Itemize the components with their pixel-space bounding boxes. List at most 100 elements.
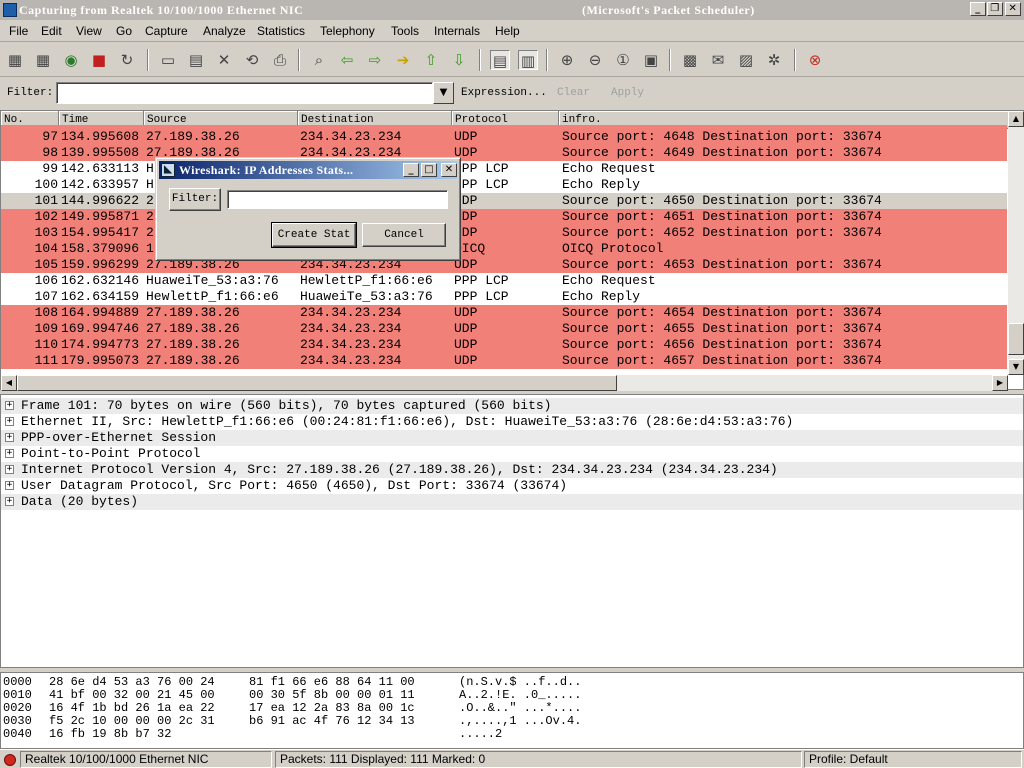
save-file-icon[interactable]: ▤ [186, 50, 206, 70]
window-title-bar[interactable]: Capturing from Realtek 10/100/1000 Ether… [0, 0, 1024, 20]
display-filters-icon[interactable]: ✉ [708, 50, 728, 70]
expand-plus-icon[interactable]: + [5, 417, 14, 426]
horizontal-scroll-thumb[interactable] [17, 375, 617, 391]
stop-capture-icon[interactable]: ■ [89, 50, 109, 70]
detail-tree-item[interactable]: + User Datagram Protocol, Src Port: 4650 … [1, 478, 1023, 494]
menu-capture[interactable]: Capture [145, 24, 188, 38]
go-first-icon[interactable]: ⇧ [421, 50, 441, 70]
resize-columns-icon[interactable]: ▣ [641, 50, 661, 70]
status-profile[interactable]: Profile: Default [804, 751, 1022, 768]
expand-plus-icon[interactable]: + [5, 449, 14, 458]
filter-dropdown-button[interactable]: ▼ [433, 82, 454, 104]
zoom-out-icon[interactable]: ⊖ [585, 50, 605, 70]
capture-options-icon[interactable]: ▦ [33, 50, 53, 70]
filter-input[interactable] [56, 82, 433, 104]
menu-statistics[interactable]: Statistics [257, 24, 305, 38]
detail-tree-item[interactable]: + PPP-over-Ethernet Session [1, 430, 1023, 446]
expand-plus-icon[interactable]: + [5, 401, 14, 410]
packet-row[interactable]: 103 154.995417 2 UDP Source port: 4652 Desti… [1, 225, 1007, 241]
packet-row[interactable]: 111 179.995073 27.189.38.26 234.34.23.234 UD… [1, 353, 1007, 369]
packet-row[interactable]: 106 162.632146 HuaweiTe_53:a3:76 HewlettP_f… [1, 273, 1007, 289]
packet-row[interactable]: 99 142.633113 H PPP LCP Echo Request [1, 161, 1007, 177]
dialog-title-bar[interactable]: ◣ Wireshark: IP Addresses Stats... _ □ ✕ [159, 161, 457, 179]
restart-capture-icon[interactable]: ↻ [117, 50, 137, 70]
apply-button[interactable]: Apply [611, 87, 644, 99]
hex-ascii: .,....,1 ...Ov.4. [459, 714, 582, 728]
menu-tools[interactable]: Tools [391, 24, 419, 38]
packet-cell-info: Source port: 4649 Destination port: 3367… [562, 145, 882, 160]
zoom-normal-icon[interactable]: ① [613, 50, 633, 70]
dialog-maximize-button[interactable]: □ [421, 163, 437, 177]
close-file-icon[interactable]: ✕ [214, 50, 234, 70]
packet-row[interactable]: 109 169.994746 27.189.38.26 234.34.23.234 UD… [1, 321, 1007, 337]
start-capture-icon[interactable]: ◉ [61, 50, 81, 70]
dialog-filter-button[interactable]: Filter: [169, 188, 221, 211]
packet-row[interactable]: 110 174.994773 27.189.38.26 234.34.23.234 UD… [1, 337, 1007, 353]
zoom-in-icon[interactable]: ⊕ [557, 50, 577, 70]
packet-row[interactable]: 101 144.996622 2 UDP Source port: 4650 Desti… [1, 193, 1007, 209]
close-window-button[interactable]: ✕ [1005, 2, 1021, 16]
menu-telephony[interactable]: Telephony [320, 24, 375, 38]
find-packet-icon[interactable]: ⌕ [309, 50, 329, 70]
vertical-scroll-thumb[interactable] [1008, 323, 1024, 355]
scroll-down-icon[interactable]: ▼ [1008, 359, 1024, 375]
go-last-icon[interactable]: ⇩ [449, 50, 469, 70]
dialog-minimize-button[interactable]: _ [403, 163, 419, 177]
packet-row[interactable]: 100 142.633957 H PPP LCP Echo Reply [1, 177, 1007, 193]
menu-analyze[interactable]: Analyze [203, 24, 246, 38]
cancel-button[interactable]: Cancel [362, 223, 446, 247]
coloring-rules-icon[interactable]: ▨ [736, 50, 756, 70]
expand-plus-icon[interactable]: + [5, 497, 14, 506]
print-icon[interactable]: ⎙ [270, 50, 290, 70]
packet-row[interactable]: 108 164.994889 27.189.38.26 234.34.23.234 UD… [1, 305, 1007, 321]
packet-details-pane: + Frame 101: 70 bytes on wire (560 bits),… [0, 394, 1024, 668]
packet-row[interactable]: 107 162.634159 HewlettP_f1:66:e6 HuaweiTe_5… [1, 289, 1007, 305]
packet-cell-protocol: UDP [454, 353, 478, 368]
auto-scroll-icon[interactable]: ▥ [518, 50, 538, 70]
colorize-icon[interactable]: ▤ [490, 50, 510, 70]
maximize-button[interactable]: ❐ [987, 2, 1003, 16]
detail-tree-item[interactable]: + Data (20 bytes) [1, 494, 1023, 510]
packet-row[interactable]: 98 139.995508 27.189.38.26 234.34.23.234 UDP… [1, 145, 1007, 161]
open-file-icon[interactable]: ▭ [158, 50, 178, 70]
create-stat-button[interactable]: Create Stat [271, 222, 357, 248]
scroll-up-icon[interactable]: ▲ [1008, 111, 1024, 127]
menu-view[interactable]: View [76, 24, 102, 38]
detail-tree-item[interactable]: + Frame 101: 70 bytes on wire (560 bits),… [1, 398, 1023, 414]
menu-file[interactable]: File [9, 24, 28, 38]
help-icon[interactable]: ⊗ [805, 50, 825, 70]
reload-icon[interactable]: ⟲ [242, 50, 262, 70]
expand-plus-icon[interactable]: + [5, 481, 14, 490]
main-toolbar: ▦ ▦ ◉ ■ ↻ ▭ ▤ ✕ ⟲ ⎙ ⌕ ⇦ ⇨ ➔ ⇧ ⇩ ▤ ▥ ⊕ ⊖ ① ▣ ▩ ✉ ▨ ✲ ⊗ [0, 43, 1024, 77]
go-back-icon[interactable]: ⇦ [337, 50, 357, 70]
expand-plus-icon[interactable]: + [5, 465, 14, 474]
interface-list-icon[interactable]: ▦ [5, 50, 25, 70]
preferences-icon[interactable]: ✲ [764, 50, 784, 70]
packet-row[interactable]: 102 149.995871 2 UDP Source port: 4651 Desti… [1, 209, 1007, 225]
menu-edit[interactable]: Edit [41, 24, 62, 38]
capture-status-led-icon[interactable] [4, 754, 16, 766]
packet-row[interactable]: 105 159.996299 27.189.38.26 234.34.23.234 UD… [1, 257, 1007, 273]
packet-list-pane: No. Time Source Destination Protocol inf… [0, 110, 1024, 391]
minimize-button[interactable]: _ [970, 2, 986, 16]
dialog-close-button[interactable]: ✕ [441, 163, 457, 177]
menu-help[interactable]: Help [495, 24, 520, 38]
packet-row[interactable]: 104 158.379096 1 OICQ OICQ Protocol [1, 241, 1007, 257]
detail-tree-item[interactable]: + Ethernet II, Src: HewlettP_f1:66:e6 (00… [1, 414, 1023, 430]
expand-plus-icon[interactable]: + [5, 433, 14, 442]
packet-list-vertical-scrollbar[interactable]: ▲ ▼ [1008, 111, 1024, 375]
menu-internals[interactable]: Internals [434, 24, 480, 38]
detail-tree-item[interactable]: + Internet Protocol Version 4, Src: 27.18… [1, 462, 1023, 478]
clear-button[interactable]: Clear [557, 87, 590, 99]
detail-tree-item[interactable]: + Point-to-Point Protocol [1, 446, 1023, 462]
capture-filters-icon[interactable]: ▩ [680, 50, 700, 70]
scroll-left-icon[interactable]: ◀ [1, 375, 17, 391]
menu-go[interactable]: Go [116, 24, 132, 38]
go-forward-icon[interactable]: ⇨ [365, 50, 385, 70]
dialog-filter-input[interactable] [227, 190, 448, 209]
go-to-packet-icon[interactable]: ➔ [393, 50, 413, 70]
packet-row[interactable]: 97 134.995608 27.189.38.26 234.34.23.234 UDP… [1, 129, 1007, 145]
packet-list-horizontal-scrollbar[interactable]: ◀ ▶ [1, 375, 1008, 391]
expression-button[interactable]: Expression... [461, 87, 547, 99]
scroll-right-icon[interactable]: ▶ [992, 375, 1008, 391]
